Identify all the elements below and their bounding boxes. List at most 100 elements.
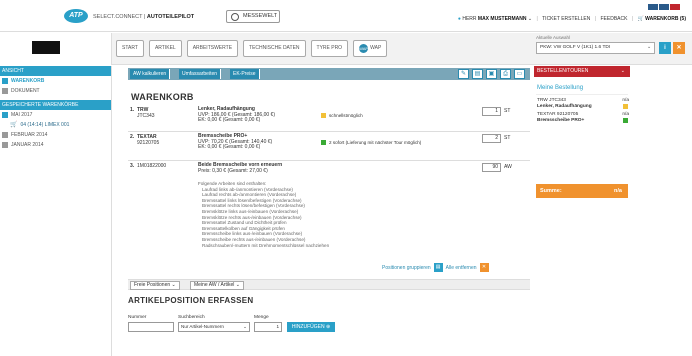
save-icon[interactable]: ▣ (486, 69, 497, 79)
suchbereich-select[interactable]: Nur Artikel-Nummern ⌄ (178, 322, 250, 332)
close-icon[interactable]: ✕ (479, 263, 489, 272)
article-description: Bremsscheibe PRO+ UVP: 70,20 € (Gesamt: … (198, 133, 272, 151)
sidebar-item-limex[interactable]: 🛒 04 (14:14) LIMEX 001 (0, 120, 111, 130)
main-content: AW kalkulieren Umfassarbeiten EK-Preise … (124, 66, 530, 356)
messewelt-label: MESSEWELT (243, 13, 278, 19)
connect-prefix: SELECT.CONNECT | (93, 14, 146, 20)
minimize-icon[interactable] (648, 4, 658, 10)
edit-icon[interactable]: ✎ (458, 69, 469, 79)
article-description: Beide Bremsscheibe vorn erneuern Preis: … (198, 162, 282, 174)
messewelt-button[interactable]: MESSEWELT (226, 10, 280, 23)
availability: schnellstmöglich (321, 113, 363, 118)
article-code: 1M01822000 (137, 163, 166, 169)
tab-label: Freie Positionen (134, 282, 171, 288)
menge-input[interactable]: 1 (254, 322, 282, 332)
ek-price: EK: 0,00 € (Gesamt: 0,00 €) (198, 144, 261, 150)
availability-text: 2 sofort (Lieferung mit nächster Tour mö… (329, 140, 422, 145)
ek-preise-button[interactable]: EK-Preise (230, 69, 260, 79)
sidebar-item-mai-2017[interactable]: MAI 2017 (0, 110, 111, 120)
order-sum: Summe: n/a (536, 184, 628, 198)
sidebar: ANSICHT WARENKORB DOKUMENT GESPEICHERTE … (0, 66, 112, 356)
quantity-input[interactable]: 90 (482, 163, 501, 172)
window-controls (648, 4, 680, 10)
group-icon[interactable]: ▤ (433, 263, 443, 272)
sum-label: Summe: (540, 188, 562, 194)
user-prefix: HERR (462, 16, 477, 22)
article-number[interactable]: 1M01822000 (137, 163, 166, 169)
sidebar-item-februar-2014[interactable]: FEBRUAR 2014 (0, 130, 111, 140)
feedback-link[interactable]: FEEDBACK (600, 16, 627, 22)
sidebar-item-januar-2014[interactable]: JANUAR 2014 (0, 140, 111, 150)
quantity-unit: AW (504, 164, 512, 170)
wap-label: WAP (370, 45, 382, 51)
cart-toolbar: AW kalkulieren Umfassarbeiten EK-Preise … (128, 68, 530, 80)
square-icon (2, 78, 8, 84)
suchbereich-label: Suchbereich (178, 315, 205, 320)
umfassarbeiten-button[interactable]: Umfassarbeiten (179, 69, 222, 79)
brand-box (0, 33, 112, 65)
article-description: Lenker, Radaufhängung UVP: 186,00 € (Ges… (198, 106, 275, 124)
article-number[interactable]: 92120705 (137, 140, 159, 146)
article-code: TEXTAR 92120705 (137, 134, 159, 146)
square-icon (2, 142, 8, 148)
maximize-icon[interactable] (659, 4, 669, 10)
order-header[interactable]: BESTELLEN/TOUREN ⌄ (534, 66, 630, 77)
tab-artikel[interactable]: ARTIKEL (148, 40, 182, 57)
availability-dot (321, 140, 326, 145)
window-icon[interactable]: ▭ (514, 69, 525, 79)
tab-free-positions[interactable]: Freie Positionen ⌄ (130, 281, 180, 290)
work-price: Preis: 0,30 € (Gesamt: 27,00 €) (198, 167, 268, 174)
vehicle-info-button[interactable]: i (659, 42, 671, 54)
sidebar-item-dokument[interactable]: DOKUMENT (0, 86, 111, 96)
availability-dot (623, 118, 628, 123)
quantity-input[interactable]: 1 (482, 107, 501, 116)
user-name[interactable]: MAX MUSTERMANN (478, 16, 527, 22)
sidebar-item-label: FEBRUAR 2014 (11, 132, 48, 138)
order-head-label: BESTELLEN/TOUREN (537, 68, 589, 74)
tab-my-aw-articles[interactable]: Meine AW / Artikel ⌄ (190, 281, 244, 290)
free-positions-bar: Freie Positionen ⌄ Meine AW / Artikel ⌄ (128, 279, 530, 290)
close-icon[interactable] (670, 4, 680, 10)
cart-row: 1. TRW JTC343 Lenker, Radaufhängung UVP:… (128, 106, 530, 132)
article-number[interactable]: JTC343 (137, 113, 155, 119)
section-title: ARTIKELPOSITION ERFASSEN (128, 296, 254, 305)
cart-row: 3. 1M01822000 Beide Bremsscheibe vorn er… (128, 162, 530, 256)
row-number: 2. (130, 134, 135, 140)
vehicle-clear-button[interactable]: ✕ (673, 42, 685, 54)
order-item: TRW JTC343 Lenker, Radaufhängung n/a (534, 95, 630, 109)
order-item: TEXTAR 92120705 Bremsscheibe PRO+ n/a (534, 109, 630, 123)
quantity-input[interactable]: 2 (482, 134, 501, 143)
tab-wap[interactable]: wap WAP (353, 40, 388, 57)
tab-start[interactable]: START (116, 40, 144, 57)
add-button[interactable]: HINZUFÜGEN ⊕ (287, 322, 335, 332)
square-icon (2, 88, 8, 94)
tab-tyre-pro[interactable]: TYRE PRO (310, 40, 349, 57)
tab-arbeitswerte[interactable]: ARBEITSWERTE (186, 40, 239, 57)
atp-logo[interactable]: ATP (64, 9, 88, 23)
cart-actions: Positionen gruppieren ▤ Alle entfernen ✕ (382, 263, 489, 272)
square-icon (2, 112, 8, 118)
cart-icon: 🛒 (10, 122, 18, 128)
sidebar-item-warenkorb[interactable]: WARENKORB (0, 76, 111, 86)
page-title: WARENKORB (131, 92, 194, 102)
print-icon[interactable]: ⎙ (500, 69, 511, 79)
nummer-input[interactable] (128, 322, 174, 332)
cart-link[interactable]: WARENKORB (5) (645, 16, 686, 22)
remove-all-link[interactable]: Alle entfernen (446, 265, 477, 271)
chevron-down-icon[interactable]: ⌄ (528, 16, 532, 22)
work-item: Radschrauben/-muttern mit Drehmomentschl… (202, 242, 330, 248)
group-positions-link[interactable]: Positionen gruppieren (382, 265, 431, 271)
order-item-value: n/a (622, 112, 629, 117)
ticket-link[interactable]: TICKET ERSTELLEN (542, 16, 590, 22)
connect-app-name: AUTOTEILEPILOT (146, 14, 195, 20)
availability: 2 sofort (Lieferung mit nächster Tour mö… (321, 140, 421, 145)
sidebar-item-label: JANUAR 2014 (11, 142, 44, 148)
aw-kalkulieren-button[interactable]: AW kalkulieren (130, 69, 171, 79)
wap-icon: wap (359, 44, 369, 53)
user-links: ● HERR MAX MUSTERMANN ⌄ | TICKET ERSTELL… (457, 16, 686, 22)
tab-technische-daten[interactable]: TECHNISCHE DATEN (243, 40, 306, 57)
sidebar-item-label: MAI 2017 (11, 112, 33, 118)
document-icon[interactable]: ▤ (472, 69, 483, 79)
menge-label: Menge (254, 315, 269, 320)
vehicle-select[interactable]: PKW: VW GOLF V (1K1) 1.6 TDI ⌄ (536, 42, 655, 54)
